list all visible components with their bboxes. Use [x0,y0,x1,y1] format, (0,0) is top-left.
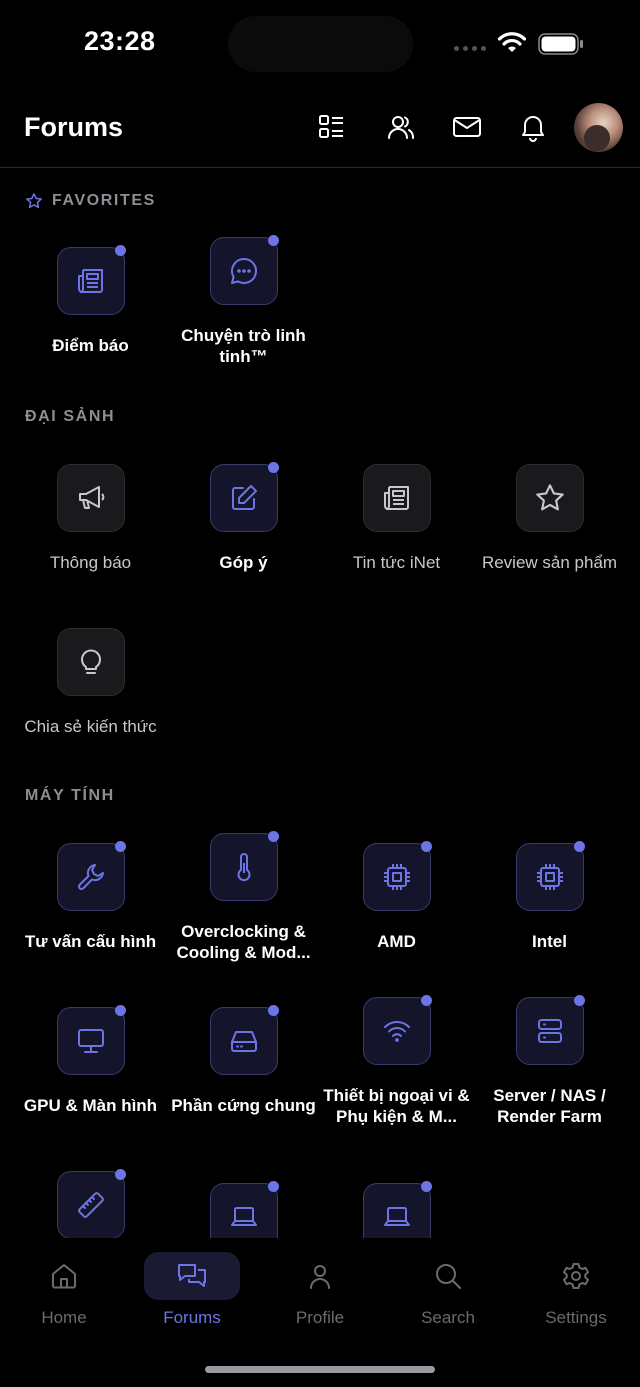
megaphone-icon [56,464,125,532]
app-header: Forums [0,90,640,168]
tab-label: Search [421,1308,475,1327]
dynamic-island [228,16,413,72]
forum-label: AMD [377,932,416,951]
unread-dot [114,1005,126,1016]
profile-icon [305,1252,335,1300]
home-indicator [205,1366,435,1373]
ruler-icon [56,1169,126,1239]
forum-label: Điểm báo [52,336,129,355]
forum-tile-chia-se-kien-thuc[interactable]: Chia sẻ kiến thức [14,618,167,782]
forum-label: Phần cứng chung [171,1096,316,1115]
forum-tile-phan-cung-chung[interactable]: Phần cứng chung [167,997,320,1161]
user-avatar[interactable] [574,103,623,152]
unread-dot [267,1005,279,1016]
wrench-icon [56,841,126,911]
favorites-grid: Điểm báo Chuyện trò linh tinh™ [0,235,640,401]
star-icon [515,464,584,532]
thermometer-icon [209,831,279,901]
section-title-text: FAVORITES [52,192,156,209]
section-title-may-tinh: MÁY TÍNH [25,787,115,804]
forum-label: Server / NAS / Render Farm [493,1086,606,1126]
forum-label: Intel [532,932,567,951]
forum-tile-review-san-pham[interactable]: Review sản phẩm [473,454,626,618]
forum-label: Thiết bị ngoại vi & Phụ kiện & M... [323,1086,470,1126]
cpu-icon [362,841,432,911]
lightbulb-icon [56,628,125,696]
cpu-icon [515,841,585,911]
unread-dot [420,1181,432,1192]
forum-label: Tư vấn cấu hình [24,932,157,951]
unread-dot [420,995,432,1006]
wifi-icon [362,995,432,1065]
forum-tile-overclocking[interactable]: Overclocking & Cooling & Mod... [167,823,320,987]
newspaper-icon [362,464,431,532]
forum-tile-intel[interactable]: Intel [473,833,626,997]
forum-label: Review sản phẩm [481,553,618,572]
gear-icon [561,1252,591,1300]
forum-tile-thiet-bi-ngoai-vi[interactable]: Thiết bị ngoại vi & Phụ kiện & M... [320,987,473,1151]
wifi-status-icon [497,32,527,52]
forum-tile-diem-bao[interactable]: Điểm báo [14,237,167,401]
forums-icon [176,1252,208,1300]
battery-icon [538,33,583,55]
tab-label: Settings [545,1308,607,1327]
unread-dot [420,841,432,852]
status-bar: 23:28 [0,0,640,90]
section-title-dai-sanh: ĐẠI SẢNH [25,408,116,425]
mail-icon[interactable] [452,112,482,142]
forum-label: Tin tức iNet [352,553,441,572]
status-time: 23:28 [84,26,156,56]
chat-bubble-icon [209,235,279,305]
tab-home[interactable]: Home [0,1252,128,1328]
section-title-favorites: FAVORITES [25,192,156,210]
list-view-icon[interactable] [316,112,346,142]
forum-label: Chia sẻ kiến thức [24,717,157,736]
tab-forums[interactable]: Forums [128,1252,256,1328]
forum-tile-amd[interactable]: AMD [320,833,473,997]
forum-tile-server-nas[interactable]: Server / NAS / Render Farm [473,987,626,1151]
tab-search[interactable]: Search [384,1252,512,1328]
tab-bar: Home Forums Profile Search Settings [0,1238,640,1387]
unread-dot [267,1181,279,1192]
notifications-bell-icon[interactable] [518,112,548,142]
unread-dot [114,1169,126,1180]
forum-tile-chuyen-tro[interactable]: Chuyện trò linh tinh™ [167,227,320,391]
forum-tile-gop-y[interactable]: Góp ý [167,454,320,618]
tab-label: Forums [163,1308,221,1327]
tab-label: Home [41,1308,87,1327]
forum-tile-thong-bao[interactable]: Thông báo [14,454,167,618]
forum-tile-gpu-man-hinh[interactable]: GPU & Màn hình [14,997,167,1161]
search-icon [433,1252,463,1300]
unread-dot [267,831,279,842]
tab-settings[interactable]: Settings [512,1252,640,1328]
forum-tile-tin-tuc-inet[interactable]: Tin tức iNet [320,454,473,618]
unread-dot [267,235,279,246]
forum-label: Overclocking & Cooling & Mod... [176,922,311,962]
tab-profile[interactable]: Profile [256,1252,384,1328]
unread-dot [114,841,126,852]
forum-label: Thông báo [49,553,132,572]
unread-dot [114,245,126,256]
server-icon [515,995,585,1065]
newspaper-icon [56,245,126,315]
unread-dot [267,462,279,473]
forum-label: Chuyện trò linh tinh™ [181,326,306,366]
unread-dot [573,995,585,1006]
tab-label: Profile [295,1308,345,1327]
page-title: Forums [24,112,124,142]
unread-dot [573,841,585,852]
cellular-signal-icon [454,46,486,51]
forum-label: Góp ý [219,553,268,572]
edit-icon [209,462,279,532]
home-icon [49,1252,79,1300]
monitor-icon [56,1005,126,1075]
star-outline-icon [26,193,42,209]
forum-tile-tu-van-cau-hinh[interactable]: Tư vấn cấu hình [14,833,167,997]
forum-label: GPU & Màn hình [23,1096,158,1115]
hard-drive-icon [209,1005,279,1075]
dai-sanh-grid: Thông báo Góp ý Tin tức iNet Review sản … [0,454,640,782]
members-icon[interactable] [386,112,416,142]
